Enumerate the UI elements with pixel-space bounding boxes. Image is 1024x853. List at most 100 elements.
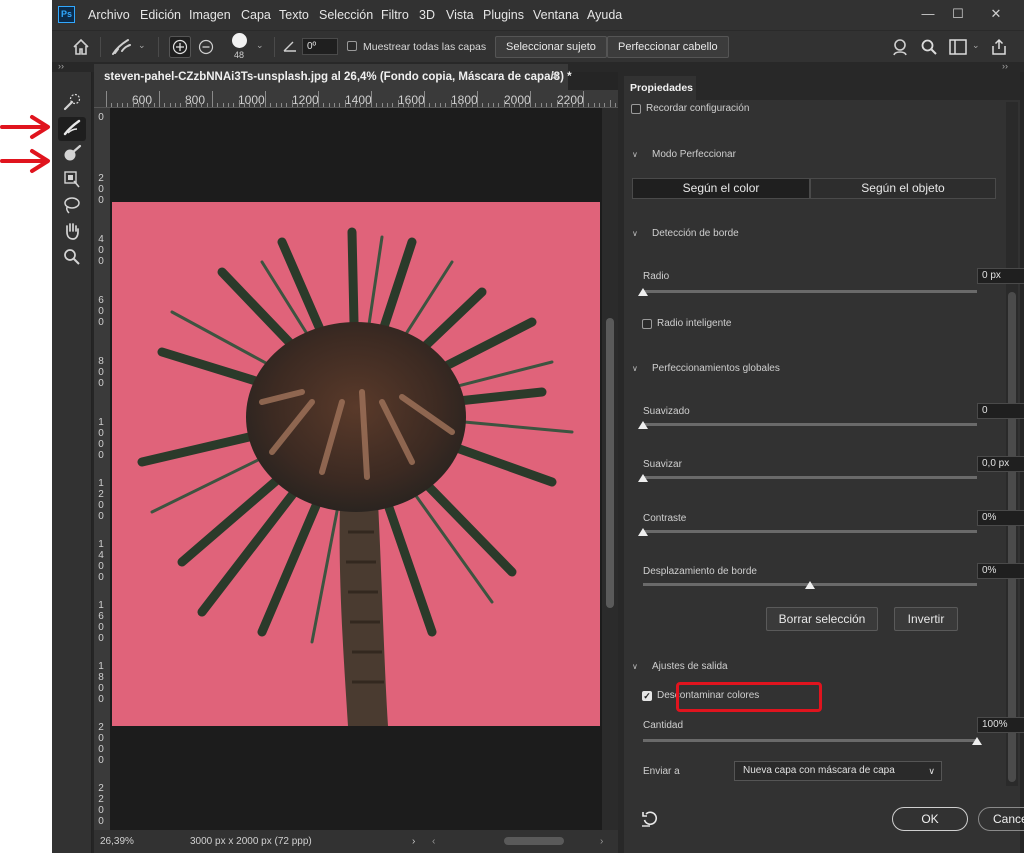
feather-slider[interactable] bbox=[643, 476, 977, 479]
scroll-right-icon[interactable]: › bbox=[600, 830, 603, 853]
lasso-tool-icon[interactable] bbox=[58, 195, 86, 219]
menu-capa[interactable]: Capa bbox=[241, 8, 271, 22]
ruler-left-label: 2200 bbox=[98, 783, 104, 827]
menu-3d[interactable]: 3D bbox=[419, 8, 435, 22]
properties-scrollbar[interactable] bbox=[1006, 102, 1018, 786]
collapse-panels-icon[interactable]: ›› bbox=[1002, 61, 1008, 71]
ruler-tick bbox=[169, 103, 171, 107]
canvas-area[interactable] bbox=[110, 108, 602, 830]
cancel-button[interactable]: Cancelar bbox=[978, 807, 1024, 831]
angle-field[interactable]: 0º bbox=[302, 38, 338, 55]
canvas-vertical-scrollbar[interactable] bbox=[602, 108, 618, 830]
contrast-slider-thumb[interactable] bbox=[638, 528, 648, 536]
menu-ventana[interactable]: Ventana bbox=[533, 8, 579, 22]
refine-edge-brush-tool-icon[interactable] bbox=[58, 117, 86, 141]
menu-imagen[interactable]: Imagen bbox=[189, 8, 231, 22]
workspace-icon[interactable] bbox=[949, 39, 967, 55]
share-icon[interactable] bbox=[990, 38, 1008, 56]
output-to-select[interactable]: Nueva capa con máscara de capa ∨ bbox=[734, 761, 942, 781]
contrast-slider[interactable] bbox=[643, 530, 977, 533]
refine-mode-object-option[interactable]: Según el objeto bbox=[810, 178, 996, 199]
shift-edge-field[interactable]: 0% bbox=[977, 563, 1024, 579]
menu-edicion[interactable]: Edición bbox=[140, 8, 181, 22]
ruler-tick bbox=[508, 103, 510, 107]
clear-selection-button[interactable]: Borrar selección bbox=[766, 607, 878, 631]
brush-preset-chevron-icon[interactable]: ⌄ bbox=[138, 40, 146, 51]
workspace-chevron-icon[interactable]: ⌄ bbox=[972, 40, 980, 51]
contrast-field[interactable]: 0% bbox=[977, 510, 1024, 526]
tab-properties[interactable]: Propiedades bbox=[624, 76, 696, 100]
home-icon[interactable] bbox=[72, 38, 90, 56]
shift-edge-slider-thumb[interactable] bbox=[805, 581, 815, 589]
menu-plugins[interactable]: Plugins bbox=[483, 8, 524, 22]
ruler-tick bbox=[349, 103, 351, 107]
hand-tool-icon[interactable] bbox=[58, 221, 86, 245]
maximize-icon[interactable]: ☐ bbox=[944, 4, 972, 24]
smooth-slider[interactable] bbox=[643, 423, 977, 426]
cloud-user-icon[interactable] bbox=[890, 37, 910, 57]
refine-mode-header[interactable]: ∨ Modo Perfeccionar bbox=[632, 149, 736, 160]
document-tab[interactable]: steven-pahel-CZzbNNAi3Ts-unsplash.jpg al… bbox=[94, 64, 572, 90]
status-menu-chevron-icon[interactable]: › bbox=[412, 830, 415, 853]
menu-vista[interactable]: Vista bbox=[446, 8, 474, 22]
smooth-field[interactable]: 0 bbox=[977, 403, 1024, 419]
amount-slider[interactable] bbox=[643, 739, 977, 742]
ruler-tick bbox=[450, 100, 452, 107]
remember-settings-checkbox[interactable] bbox=[631, 104, 641, 114]
brush-size-preview[interactable] bbox=[232, 33, 247, 48]
menu-texto[interactable]: Texto bbox=[279, 8, 309, 22]
output-settings-header[interactable]: ∨ Ajustes de salida bbox=[632, 661, 728, 672]
subtract-from-selection-icon[interactable] bbox=[197, 38, 215, 56]
radius-field[interactable]: 0 px bbox=[977, 268, 1024, 284]
menu-archivo[interactable]: Archivo bbox=[88, 8, 130, 22]
brush-preset-icon[interactable] bbox=[110, 37, 134, 57]
amount-slider-thumb[interactable] bbox=[972, 737, 982, 745]
ruler-tick bbox=[503, 100, 505, 107]
select-subject-button[interactable]: Seleccionar sujeto bbox=[495, 36, 607, 58]
brush-tool-icon[interactable] bbox=[58, 143, 86, 167]
decontaminate-colors-checkbox[interactable]: ✓ bbox=[642, 691, 652, 701]
sample-all-layers-checkbox[interactable] bbox=[347, 41, 357, 51]
smooth-slider-thumb[interactable] bbox=[638, 421, 648, 429]
radius-slider-thumb[interactable] bbox=[638, 288, 648, 296]
palm-tree-image bbox=[112, 202, 600, 726]
canvas-horizontal-scrollbar[interactable] bbox=[504, 837, 564, 845]
menu-ayuda[interactable]: Ayuda bbox=[587, 8, 622, 22]
ruler-tick bbox=[471, 103, 473, 107]
ruler-tick bbox=[360, 103, 362, 107]
minimize-icon[interactable]: — bbox=[914, 4, 942, 24]
smart-radius-checkbox[interactable] bbox=[642, 319, 652, 329]
close-document-icon[interactable]: ✕ bbox=[550, 64, 560, 90]
ruler-tick bbox=[439, 103, 441, 107]
feather-slider-thumb[interactable] bbox=[638, 474, 648, 482]
scroll-left-icon[interactable]: ‹ bbox=[432, 830, 435, 853]
collapse-tools-icon[interactable]: ›› bbox=[58, 61, 64, 71]
ok-button[interactable]: OK bbox=[892, 807, 968, 831]
zoom-tool-icon[interactable] bbox=[58, 247, 86, 271]
object-selection-tool-icon[interactable] bbox=[58, 169, 86, 193]
amount-field[interactable]: 100% bbox=[977, 717, 1024, 733]
options-bar: ⌄ 48 ⌄ 0º Muestrear todas las capas Sele… bbox=[52, 30, 1024, 62]
ruler-vertical: 0 200 400 600 800 1000 1200 1400 1600 1800 2000 220… bbox=[94, 108, 110, 830]
ruler-tick bbox=[461, 103, 463, 107]
reset-icon[interactable] bbox=[641, 810, 659, 828]
menu-filtro[interactable]: Filtro bbox=[381, 8, 409, 22]
refine-mode-color-option[interactable]: Según el color bbox=[632, 178, 810, 199]
edge-detection-header[interactable]: ∨ Detección de borde bbox=[632, 228, 739, 239]
ruler-tick bbox=[148, 103, 150, 107]
zoom-level[interactable]: 26,39% bbox=[100, 830, 134, 853]
brush-size-chevron-icon[interactable]: ⌄ bbox=[256, 40, 264, 51]
search-icon[interactable] bbox=[920, 38, 938, 56]
quick-selection-tool-icon[interactable] bbox=[58, 92, 86, 116]
add-to-selection-icon[interactable] bbox=[169, 36, 191, 58]
menu-seleccion[interactable]: Selección bbox=[319, 8, 373, 22]
invert-button[interactable]: Invertir bbox=[894, 607, 958, 631]
radius-slider[interactable] bbox=[643, 290, 977, 293]
close-window-icon[interactable]: ✕ bbox=[982, 4, 1010, 24]
global-refinements-header[interactable]: ∨ Perfeccionamientos globales bbox=[632, 363, 780, 374]
ruler-tick bbox=[530, 91, 531, 107]
refine-hair-button[interactable]: Perfeccionar cabello bbox=[607, 36, 729, 58]
ruler-tick bbox=[286, 103, 288, 107]
ruler-tick bbox=[291, 100, 293, 107]
feather-field[interactable]: 0,0 px bbox=[977, 456, 1024, 472]
